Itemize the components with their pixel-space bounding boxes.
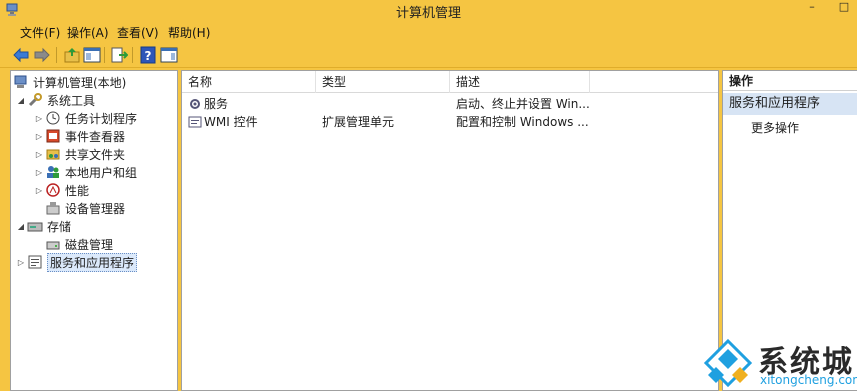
show-hide-console-tree-icon[interactable] — [83, 46, 101, 64]
window-title: 计算机管理 — [395, 6, 461, 21]
cell-name: WMI 控件 — [188, 113, 316, 131]
collapse-arrow-icon[interactable]: ◢ — [15, 96, 27, 105]
cell-description: 启动、终止并设置 Win... — [456, 97, 590, 111]
diamond-logo-icon — [703, 338, 753, 388]
tree-label: 共享文件夹 — [65, 147, 126, 162]
maximize-button[interactable]: □ — [832, 0, 856, 16]
tree-label: 本地用户和组 — [65, 165, 138, 180]
show-hide-action-pane-icon[interactable] — [160, 46, 178, 64]
tree-item-event-viewer[interactable]: ▷ 事件查看器 — [33, 127, 125, 145]
tree-label: 系统工具 — [47, 93, 96, 108]
tree-item-device-manager[interactable]: 设备管理器 — [45, 199, 125, 217]
device-manager-icon — [46, 202, 60, 215]
cell-type: 扩展管理单元 — [322, 115, 395, 129]
wmi-control-icon — [188, 116, 202, 128]
column-header-name[interactable]: 名称 — [182, 71, 316, 93]
expand-arrow-icon[interactable]: ▷ — [33, 168, 45, 177]
result-list: 名称 类型 描述 服务 启动、终止并设置 Win... WMI 控件 扩展管理单… — [181, 70, 719, 391]
toolbar: ? — [0, 42, 857, 68]
storage-icon — [27, 222, 43, 232]
tree-label: 事件查看器 — [65, 129, 126, 144]
tree-item-system-tools[interactable]: ◢ 系统工具 — [15, 91, 95, 109]
list-row-wmi[interactable]: WMI 控件 扩展管理单元 配置和控制 Windows ... — [182, 113, 718, 131]
event-viewer-icon — [46, 129, 60, 143]
column-header-description[interactable]: 描述 — [450, 71, 590, 93]
toolbar-separator — [56, 47, 57, 63]
actions-section-header[interactable]: 服务和应用程序 — [723, 93, 857, 115]
watermark-logo: 系统城 xitongcheng.com — [700, 335, 857, 391]
disk-icon — [46, 241, 60, 250]
cell-name: 服务 — [188, 95, 316, 113]
toolbar-separator — [132, 47, 133, 63]
collapse-arrow-icon[interactable]: ◢ — [15, 222, 27, 231]
list-header: 名称 类型 描述 — [182, 71, 718, 93]
tree-item-root[interactable]: 计算机管理(本地) — [13, 73, 126, 91]
tree-label: 磁盘管理 — [65, 237, 114, 252]
watermark-text-en: xitongcheng.com — [760, 373, 857, 387]
more-actions-link[interactable]: 更多操作 — [751, 119, 799, 136]
actions-title: 操作 — [723, 71, 857, 91]
tree-label: 性能 — [65, 183, 90, 198]
cell-type — [322, 95, 450, 113]
row-name-text: 服务 — [204, 97, 229, 111]
tree-item-services-apps[interactable]: ▷ 服务和应用程序 — [15, 252, 138, 272]
tree-label: 服务和应用程序 — [47, 252, 138, 272]
menu-help[interactable]: 帮助(H) — [168, 24, 210, 41]
column-header-type[interactable]: 类型 — [316, 71, 450, 93]
expand-arrow-icon[interactable]: ▷ — [33, 150, 45, 159]
export-list-icon[interactable] — [110, 46, 128, 64]
tree-item-performance[interactable]: ▷ 性能 — [33, 181, 89, 199]
help-icon[interactable]: ? — [139, 46, 157, 64]
expand-arrow-icon[interactable]: ▷ — [33, 132, 45, 141]
menu-action[interactable]: 操作(A) — [67, 24, 109, 41]
expand-arrow-icon[interactable]: ▷ — [15, 258, 27, 267]
svg-text:?: ? — [145, 49, 152, 63]
toolbar-separator — [104, 47, 105, 63]
expand-arrow-icon[interactable]: ▷ — [33, 186, 45, 195]
tree-item-task-scheduler[interactable]: ▷ 任务计划程序 — [33, 109, 137, 127]
clock-icon — [46, 111, 60, 125]
tree-item-local-users[interactable]: ▷ 本地用户和组 — [33, 163, 137, 181]
minimize-button[interactable]: – — [800, 0, 824, 16]
services-gear-icon — [190, 99, 200, 109]
tree-label: 设备管理器 — [65, 201, 126, 216]
shared-folder-icon — [46, 149, 60, 160]
tree-item-shared-folders[interactable]: ▷ 共享文件夹 — [33, 145, 125, 163]
row-name-text: WMI 控件 — [204, 115, 258, 129]
tree-item-storage[interactable]: ◢ 存储 — [15, 217, 71, 235]
tree-label: 任务计划程序 — [65, 111, 138, 126]
tree-label: 存储 — [47, 219, 72, 234]
users-icon — [47, 166, 59, 178]
title-bar: 计算机管理 – □ — [0, 0, 857, 21]
tree-item-disk-management[interactable]: 磁盘管理 — [45, 235, 113, 253]
up-folder-icon[interactable] — [63, 46, 81, 64]
tree-label: 计算机管理(本地) — [33, 75, 127, 90]
menu-file[interactable]: 文件(F) — [20, 24, 60, 41]
forward-arrow-icon[interactable] — [33, 46, 51, 64]
computer-management-icon — [14, 75, 27, 88]
menu-bar: 文件(F) 操作(A) 查看(V) 帮助(H) — [0, 20, 857, 42]
console-tree: 计算机管理(本地) ◢ 系统工具 ▷ 任务计划程序 ▷ 事件查看器 ▷ 共享文件… — [10, 70, 178, 391]
expand-arrow-icon[interactable]: ▷ — [33, 114, 45, 123]
menu-view[interactable]: 查看(V) — [117, 24, 159, 41]
services-apps-icon — [28, 255, 42, 269]
back-arrow-icon[interactable] — [12, 46, 30, 64]
tools-icon — [28, 93, 42, 107]
cell-description: 配置和控制 Windows ... — [456, 115, 589, 129]
performance-icon — [46, 183, 60, 197]
list-row-services[interactable]: 服务 启动、终止并设置 Win... — [182, 95, 718, 113]
